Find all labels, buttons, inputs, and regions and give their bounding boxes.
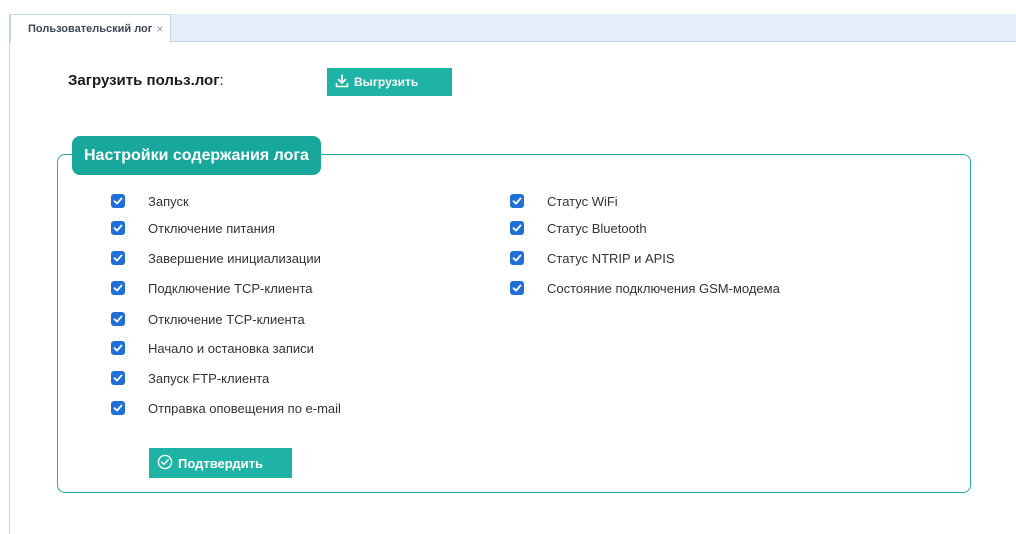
tab-title: Пользовательский лог	[28, 23, 153, 35]
checkbox-wifi-status[interactable]	[510, 194, 524, 208]
option-tcp-connect: Подключение TCP-клиента	[111, 279, 313, 297]
option-label: Запуск	[148, 193, 189, 209]
export-button[interactable]: Выгрузить	[327, 68, 452, 96]
option-label: Статус WiFi	[547, 193, 618, 209]
checkbox-ntrip-apis-status[interactable]	[510, 251, 524, 265]
option-power-off: Отключение питания	[111, 219, 275, 237]
download-icon	[335, 73, 349, 91]
confirm-button-label: Подтвердить	[178, 455, 264, 471]
option-label: Отправка оповещения по e-mail	[148, 400, 341, 416]
option-ftp-start: Запуск FTP-клиента	[111, 369, 269, 387]
settings-title: Настройки содержания лога	[72, 136, 321, 175]
checkbox-tcp-disconnect[interactable]	[111, 312, 125, 326]
checkbox-tcp-connect[interactable]	[111, 281, 125, 295]
checkbox-init-complete[interactable]	[111, 251, 125, 265]
option-label: Состояние подключения GSM-модема	[547, 280, 780, 296]
option-startup: Запуск	[111, 192, 189, 210]
option-wifi-status: Статус WiFi	[510, 192, 618, 210]
option-label: Запуск FTP-клиента	[148, 370, 270, 386]
option-email-alert: Отправка оповещения по e-mail	[111, 399, 341, 417]
option-tcp-disconnect: Отключение TCP-клиента	[111, 310, 305, 328]
left-border	[9, 14, 10, 534]
option-init-complete: Завершение инициализации	[111, 249, 321, 267]
check-circle-icon	[157, 454, 173, 473]
option-label: Подключение TCP-клиента	[148, 280, 313, 296]
option-record-start-stop: Начало и остановка записи	[111, 339, 314, 357]
option-label: Завершение инициализации	[148, 250, 321, 266]
checkbox-ftp-start[interactable]	[111, 371, 125, 385]
option-gsm-modem-status: Состояние подключения GSM-модема	[510, 279, 780, 297]
option-label: Отключение питания	[148, 220, 276, 236]
tab-close-icon[interactable]: ×	[156, 22, 163, 36]
tab-user-log[interactable]: Пользовательский лог ×	[10, 14, 172, 43]
checkbox-power-off[interactable]	[111, 221, 125, 235]
checkbox-email-alert[interactable]	[111, 401, 125, 415]
option-bluetooth-status: Статус Bluetooth	[510, 219, 647, 237]
log-settings-window: Пользовательский лог × Загрузить польз.л…	[0, 0, 1016, 534]
confirm-button[interactable]: Подтвердить	[149, 448, 292, 478]
option-label: Начало и остановка записи	[148, 340, 314, 356]
upload-log-label: Загрузить польз.лог:	[68, 72, 224, 89]
checkbox-gsm-modem-status[interactable]	[510, 281, 524, 295]
option-label: Отключение TCP-клиента	[148, 311, 305, 327]
option-ntrip-apis-status: Статус NTRIP и APIS	[510, 249, 675, 267]
option-label: Статус NTRIP и APIS	[547, 250, 675, 266]
checkbox-bluetooth-status[interactable]	[510, 221, 524, 235]
upload-label-colon: :	[219, 72, 224, 89]
upload-label-text: Загрузить польз.лог	[68, 72, 220, 89]
checkbox-startup[interactable]	[111, 194, 125, 208]
checkbox-record-start-stop[interactable]	[111, 341, 125, 355]
option-label: Статус Bluetooth	[547, 220, 647, 236]
export-button-label: Выгрузить	[354, 75, 419, 89]
